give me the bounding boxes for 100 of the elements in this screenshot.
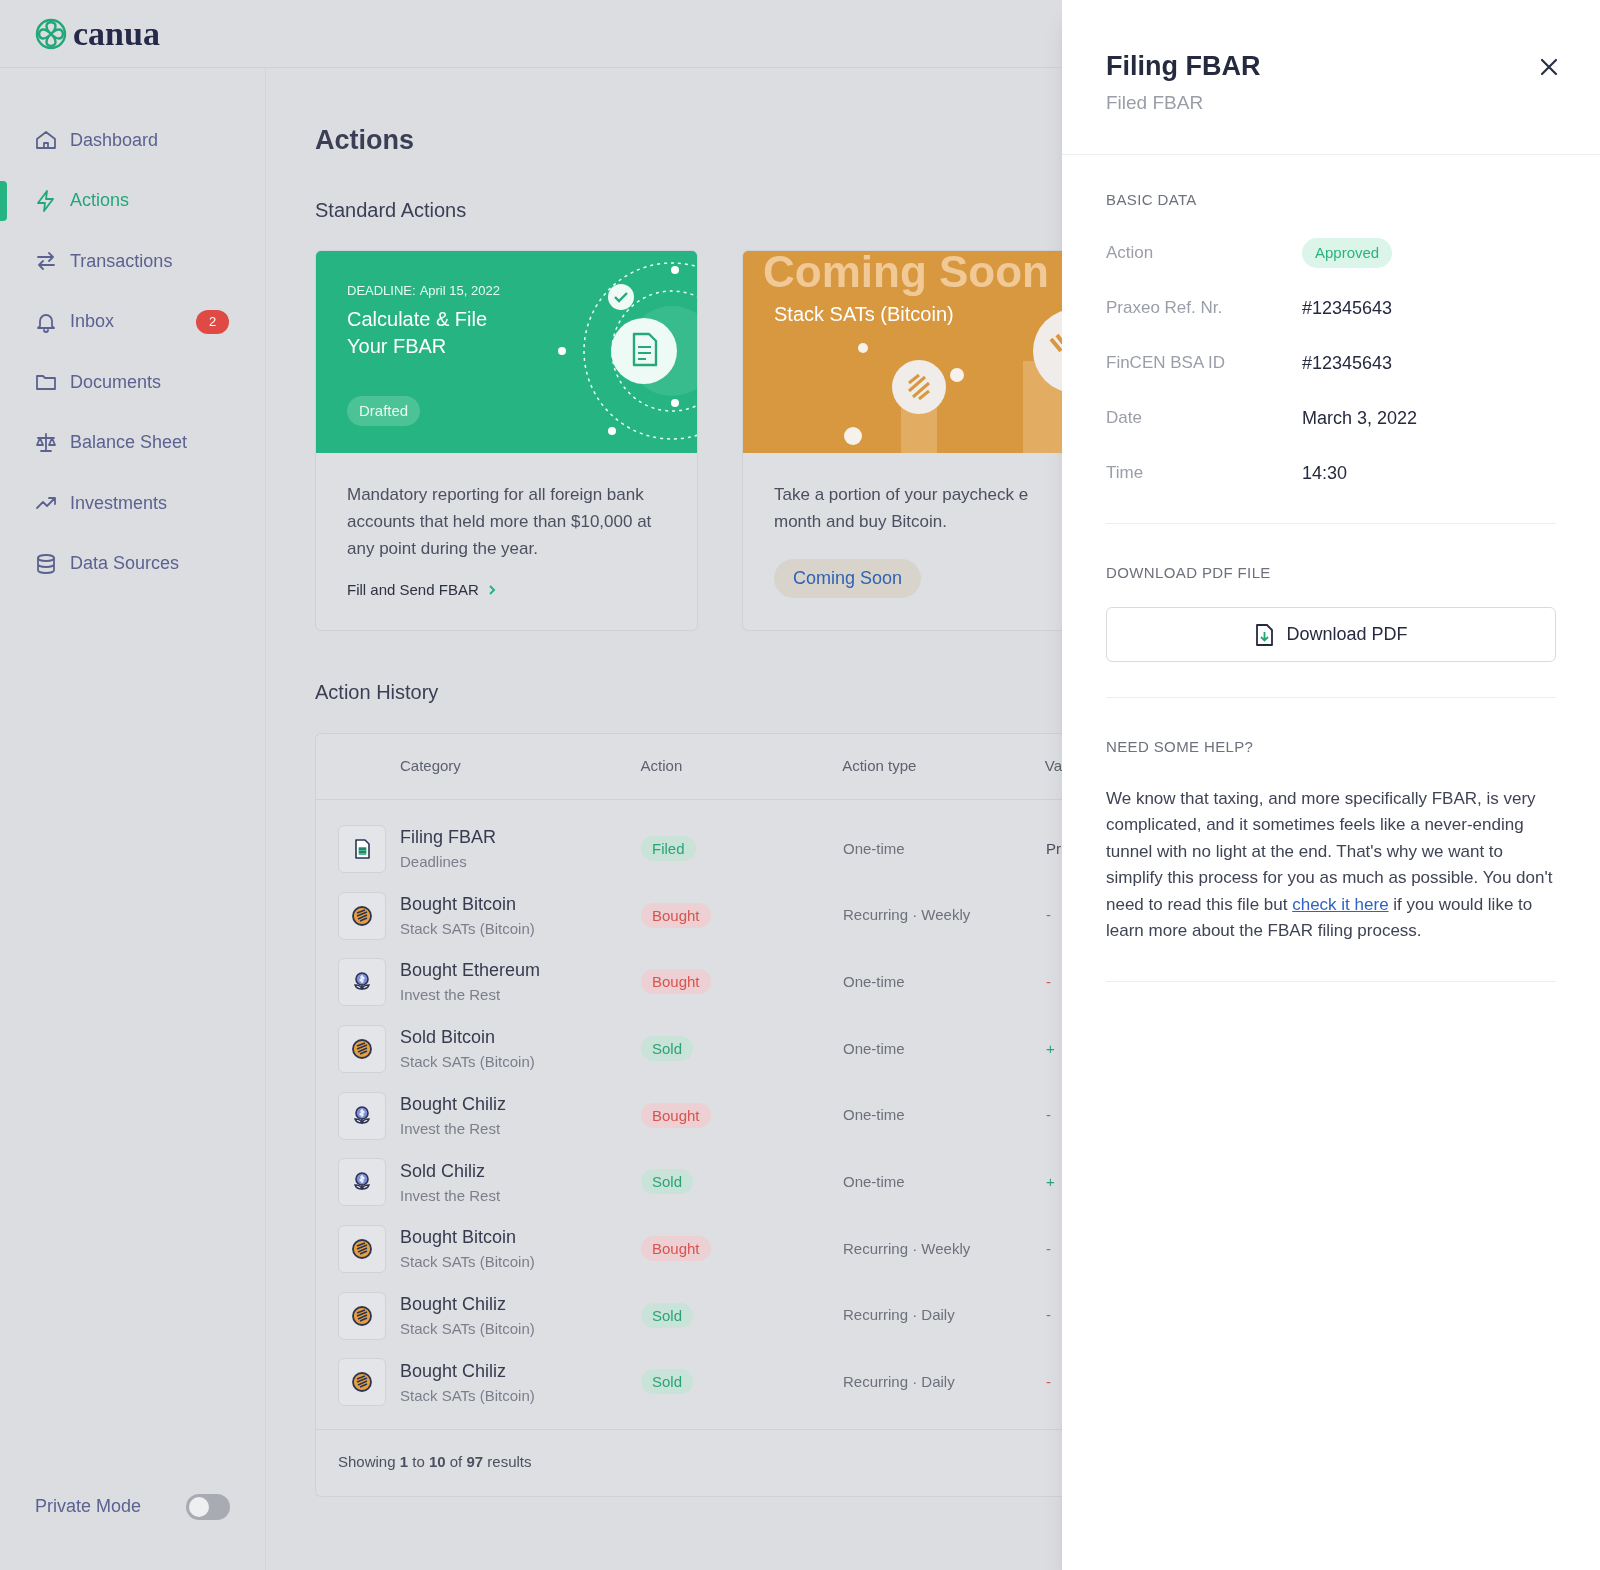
table-cell-text: + [1046,1038,1055,1059]
table-row[interactable]: Sold Chiliz Invest the Rest Sold One-time + [316,1148,1062,1216]
table-cell-text: + [1046,1172,1055,1193]
status-badge: Filed [641,835,696,861]
row-title: Bought Chiliz [400,1292,508,1316]
status-badge: Sold [641,1169,694,1195]
row-title: Bought Ethereum [400,959,542,983]
table-cell-text: Recurring · Weekly [843,905,972,926]
row-title: Bought Bitcoin [400,892,518,916]
field-label: Action [1106,242,1155,265]
table-cell-text: Recurring · Weekly [843,1238,972,1259]
logo-text: canua [73,16,160,51]
column-header: Action [640,755,684,776]
row-subtitle: Stack SATs (Bitcoin) [400,918,536,939]
count-badge: 2 [196,310,230,334]
row-title: Sold Chiliz [400,1159,487,1183]
card-description: Mandatory reporting for all foreign bank accounts that held more than $10,000 at any point during the year. [347,483,653,560]
nav-item[interactable]: Investments [34,479,168,528]
table-cell-text: Pr [1046,838,1061,859]
column-header: Va [1044,755,1062,776]
database-icon [34,551,58,576]
row-subtitle: Invest the Rest [400,985,502,1006]
row-subtitle: Stack SATs (Bitcoin) [400,1385,536,1406]
table-cell-text: - [1046,971,1051,992]
card-watermark: Coming Soon [763,250,1049,297]
card-title: Calculate & File Your FBAR [347,307,489,359]
nav-item[interactable]: Data Sources [34,539,180,588]
nav-item[interactable]: Transactions [34,237,173,286]
table-cell-text: One-time [843,971,906,992]
section-label: DOWNLOAD PDF FILE [1106,562,1272,583]
field-label: Praxeo Ref. Nr. [1106,297,1224,320]
status-badge: Sold [641,1302,694,1328]
table-cell-text: - [1046,1105,1051,1126]
coming-soon-button[interactable]: Coming Soon [774,558,922,598]
status-badge: Bought [641,969,711,995]
row-title: Bought Chiliz [400,1359,508,1383]
status-badge: Sold [641,1035,694,1061]
nav-item[interactable]: Inbox [34,297,115,346]
section-label: BASIC DATA [1106,190,1198,210]
nav-item[interactable]: Balance Sheet [34,418,188,467]
active-indicator [0,180,7,221]
field-label: Date [1106,407,1143,430]
results-summary: Showing 1 to 10 of 97 results [338,1452,532,1473]
panel-subtitle: Filed FBAR [1106,90,1205,115]
row-subtitle: Invest the Rest [400,1185,502,1206]
deadline-date: April 15, 2022 [419,281,500,300]
table-row[interactable]: Bought Chiliz Invest the Rest Bought One-time - [316,1082,1062,1149]
row-subtitle: Stack SATs (Bitcoin) [400,1252,536,1273]
private-mode-toggle[interactable] [186,1493,230,1520]
row-subtitle: Deadlines [400,852,468,873]
table-row[interactable]: Bought Chiliz Stack SATs (Bitcoin) Sold Recurring · Daily - [316,1282,1062,1349]
section-label: NEED SOME HELP? [1106,737,1255,757]
column-header: Category [400,755,462,776]
card-title: Stack SATs (Bitcoin) [774,301,954,327]
card-description: Take a portion of your paycheck e [774,483,1030,506]
row-subtitle: Stack SATs (Bitcoin) [400,1052,536,1073]
table-row[interactable]: Filing FBAR Deadlines Filed One-time Pr [316,815,1062,883]
status-badge: Bought [641,902,711,928]
row-subtitle: Stack SATs (Bitcoin) [400,1318,536,1339]
deadline-label: DEADLINE: [347,281,416,300]
table-cell-text: - [1046,1372,1051,1393]
row-title: Bought Bitcoin [400,1226,518,1250]
table-cell-text: Recurring · Daily [843,1372,956,1393]
nav-item[interactable]: Documents [34,358,162,407]
panel-title: Filing FBAR [1106,50,1261,83]
field-value: #12345643 [1302,296,1393,320]
card-description: month and buy Bitcoin. [774,510,948,533]
logo-icon [35,17,67,50]
table-cell-text: One-time [843,838,906,859]
field-value: 14:30 [1302,461,1348,485]
table-row[interactable]: Bought Bitcoin Stack SATs (Bitcoin) Bought Recurring · Weekly - [316,1215,1062,1283]
status-badge: Sold [641,1369,694,1395]
close-button[interactable] [1538,56,1560,78]
table-row[interactable]: Bought Ethereum Invest the Rest Bought One-time - [316,948,1062,1016]
status-badge: Bought [641,1102,711,1128]
column-header: Action type [842,755,918,776]
nav-item[interactable]: Dashboard [34,116,159,165]
section-heading: Action History [315,679,440,705]
file-download-icon [1254,623,1275,646]
page-title: Actions [315,124,415,157]
private-mode-label: Private Mode [35,1495,142,1518]
status-badge: Approved [1302,237,1393,269]
chevron-right-icon [486,583,497,596]
section-heading: Standard Actions [315,197,468,223]
row-subtitle: Invest the Rest [400,1118,502,1139]
field-label: FinCEN BSA ID [1106,352,1227,375]
table-row[interactable]: Sold Bitcoin Stack SATs (Bitcoin) Sold One-time + [316,1015,1062,1083]
row-title: Sold Bitcoin [400,1026,497,1050]
row-title: Filing FBAR [400,826,498,850]
table-cell-text: - [1046,905,1051,926]
table-cell-text: One-time [843,1172,906,1193]
download-button[interactable]: Download PDF [1106,607,1556,662]
fill-link[interactable]: Fill and Send FBAR [347,578,666,601]
scale-icon [34,430,58,455]
table-row[interactable]: Bought Bitcoin Stack SATs (Bitcoin) Bought Recurring · Weekly - [316,882,1062,949]
status-badge: Drafted [347,395,421,426]
table-cell-text: One-time [843,1105,906,1126]
table-row[interactable]: Bought Chiliz Stack SATs (Bitcoin) Sold Recurring · Daily - [316,1349,1062,1416]
help-link[interactable]: check it here [1292,894,1389,914]
status-badge: Bought [641,1235,711,1261]
